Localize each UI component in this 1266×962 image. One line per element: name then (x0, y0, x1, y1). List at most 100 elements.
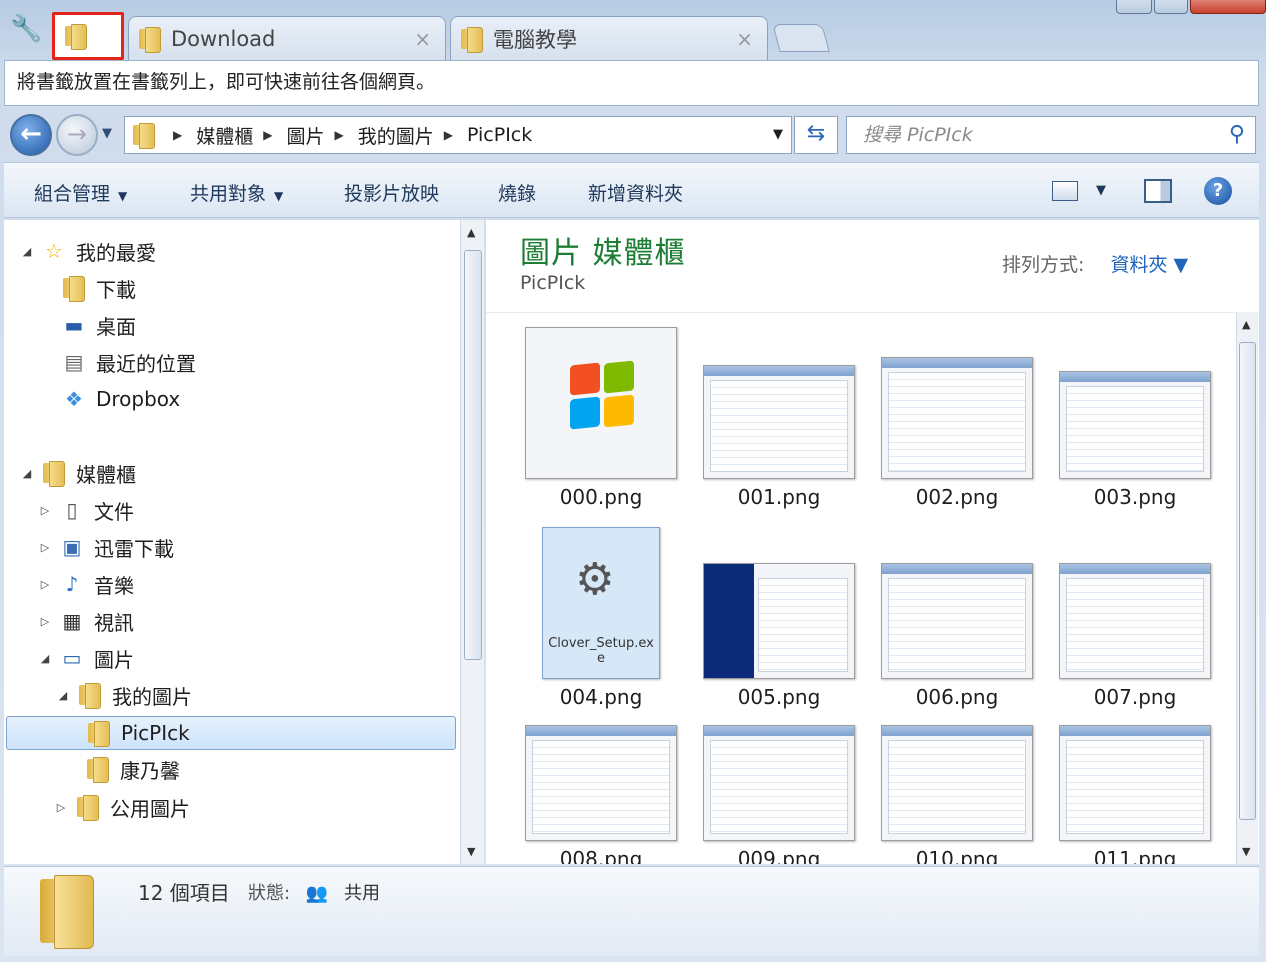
file-tile[interactable]: 007.png (1050, 527, 1220, 709)
address-bar[interactable]: ▶ 媒體櫃 ▶ 圖片 ▶ 我的圖片 ▶ PicPIck ▼ (124, 116, 792, 154)
scroll-down-icon[interactable]: ▼ (1242, 845, 1250, 858)
details-pane: 12 個項目 狀態: 👥 共用 (4, 866, 1259, 956)
content-scrollbar[interactable]: ▲ ▼ (1236, 312, 1258, 864)
search-input[interactable]: 搜尋 PicPIck ⚲ (846, 116, 1256, 154)
search-icon[interactable]: ⚲ (1229, 117, 1245, 153)
refresh-button[interactable]: ⇆ (794, 116, 838, 154)
nav-label: 圖片 (94, 647, 134, 672)
file-tile[interactable]: 008.png (516, 725, 686, 864)
scroll-up-icon[interactable]: ▲ (467, 226, 475, 239)
file-tile[interactable]: 001.png (694, 327, 864, 509)
nav-item-my-pictures[interactable]: ◢ 我的圖片 (56, 678, 192, 712)
back-button[interactable]: ← (10, 114, 52, 156)
nav-item-pictures[interactable]: ◢ ▭ 圖片 (38, 641, 134, 675)
collapse-arrow-icon[interactable]: ◢ (56, 689, 70, 702)
folder-icon (461, 26, 483, 53)
slideshow-button[interactable]: 投影片放映 (344, 179, 439, 206)
libraries-icon (40, 460, 68, 487)
new-tab-button[interactable] (772, 24, 830, 52)
folder-icon (65, 24, 87, 50)
file-tile[interactable]: 006.png (872, 527, 1042, 709)
collapse-arrow-icon[interactable]: ◢ (20, 245, 34, 258)
scrollbar-thumb[interactable] (1239, 342, 1256, 820)
expand-arrow-icon[interactable]: ▷ (38, 615, 52, 628)
tab-computer-teaching[interactable]: 電腦教學 × (450, 16, 768, 60)
breadcrumb-arrow-icon[interactable]: ▶ (444, 128, 453, 142)
status-value: 共用 (343, 883, 380, 904)
breadcrumb-arrow-icon[interactable]: ▶ (263, 128, 272, 142)
library-title: 圖片 媒體櫃 (520, 236, 686, 271)
chevron-down-icon[interactable]: ▼ (773, 127, 783, 142)
help-icon[interactable]: ? (1204, 177, 1232, 205)
nav-item-dropbox[interactable]: ❖ Dropbox (40, 382, 180, 416)
expand-arrow-icon[interactable]: ▷ (38, 504, 52, 517)
nav-item-kang[interactable]: 康乃馨 (84, 752, 180, 786)
collapse-arrow-icon[interactable]: ◢ (38, 652, 52, 665)
nav-label: 下載 (96, 277, 136, 302)
file-tile[interactable]: 002.png (872, 327, 1042, 509)
nav-item-videos[interactable]: ▷ ▦ 視訊 (38, 604, 134, 638)
nav-favorites[interactable]: ◢ ☆ 我的最愛 (20, 234, 156, 268)
status-label: 狀態: (248, 883, 291, 904)
scrollbar-thumb[interactable] (464, 250, 482, 660)
folder-icon (139, 26, 161, 53)
nav-libraries[interactable]: ◢ 媒體櫃 (20, 456, 136, 490)
explorer-window: 🔧 Download × 電腦教學 × 將書籤放置在書籤列上，即可快速前往各個網… (0, 0, 1266, 962)
nav-label: 公用圖片 (110, 796, 190, 821)
tab-folder-active[interactable] (52, 12, 124, 60)
nav-item-downloads[interactable]: 下載 (40, 271, 136, 305)
file-tile[interactable]: 000.png (516, 327, 686, 509)
file-tile[interactable]: 011.png (1050, 725, 1220, 864)
file-tile[interactable]: ⚙ Clover_Setup.exe 004.png (516, 527, 686, 709)
expand-arrow-icon[interactable]: ▷ (38, 541, 52, 554)
forward-button[interactable]: → (56, 114, 98, 156)
nav-item-desktop[interactable]: ▬ 桌面 (40, 308, 136, 342)
address-row: ← → ▼ ▶ 媒體櫃 ▶ 圖片 ▶ 我的圖片 ▶ PicPIck ▼ ⇆ 搜尋… (4, 108, 1259, 160)
file-name: 008.png (559, 847, 643, 864)
nav-item-documents[interactable]: ▷ ▯ 文件 (38, 493, 134, 527)
expand-arrow-icon[interactable]: ▷ (54, 801, 68, 814)
folder-icon (40, 875, 96, 949)
file-tile[interactable]: 003.png (1050, 327, 1220, 509)
screenshot-thumbnail (881, 725, 1033, 841)
content-pane: 圖片 媒體櫃 PicPIck 排列方式: 資料夾 ▼ 000.png 001.p… (486, 220, 1259, 864)
close-tab-icon[interactable]: × (736, 27, 753, 51)
nav-item-music[interactable]: ▷ ♪ 音樂 (38, 567, 134, 601)
breadcrumb-my-pictures[interactable]: 我的圖片 (358, 122, 434, 149)
new-folder-button[interactable]: 新增資料夾 (588, 179, 683, 206)
file-tile[interactable]: 009.png (694, 725, 864, 864)
breadcrumb-arrow-icon[interactable]: ▶ (173, 128, 182, 142)
library-subtitle: PicPIck (520, 272, 586, 294)
expand-arrow-icon[interactable]: ▷ (38, 578, 52, 591)
breadcrumb-pictures[interactable]: 圖片 (286, 122, 324, 149)
file-tile[interactable]: 005.png (694, 527, 864, 709)
file-tile[interactable]: 010.png (872, 725, 1042, 864)
nav-label: 視訊 (94, 610, 134, 635)
arrange-by-dropdown[interactable]: 資料夾 ▼ (1110, 254, 1188, 276)
nav-item-thunder-downloads[interactable]: ▷ ▣ 迅雷下載 (38, 530, 174, 564)
burn-button[interactable]: 燒錄 (498, 179, 536, 206)
chevron-down-icon[interactable]: ▼ (1096, 183, 1106, 198)
tab-download[interactable]: Download × (128, 16, 446, 60)
nav-item-public-pictures[interactable]: ▷ 公用圖片 (54, 790, 190, 824)
organize-button[interactable]: 組合管理 ▼ (34, 179, 127, 206)
history-dropdown-icon[interactable]: ▼ (102, 126, 112, 141)
folder-icon (74, 794, 102, 821)
preview-pane-icon[interactable] (1144, 179, 1172, 203)
breadcrumb-picpick[interactable]: PicPIck (467, 124, 532, 146)
scroll-up-icon[interactable]: ▲ (1242, 318, 1250, 331)
collapse-arrow-icon[interactable]: ◢ (20, 467, 34, 480)
arrange-by: 排列方式: 資料夾 ▼ (1002, 250, 1188, 277)
folder-icon (133, 123, 155, 149)
breadcrumb-libraries[interactable]: 媒體櫃 (196, 122, 253, 149)
wrench-icon[interactable]: 🔧 (10, 14, 44, 48)
scroll-down-icon[interactable]: ▼ (467, 845, 475, 858)
screenshot-thumbnail (881, 563, 1033, 679)
close-tab-icon[interactable]: × (414, 27, 431, 51)
breadcrumb-arrow-icon[interactable]: ▶ (335, 128, 344, 142)
change-view-icon[interactable] (1052, 181, 1078, 201)
nav-item-recent-places[interactable]: ▤ 最近的位置 (40, 345, 196, 379)
nav-item-picpick[interactable]: PicPIck (6, 716, 456, 750)
share-with-button[interactable]: 共用對象 ▼ (190, 179, 283, 206)
nav-pane-scrollbar[interactable]: ▲ ▼ (460, 220, 484, 864)
